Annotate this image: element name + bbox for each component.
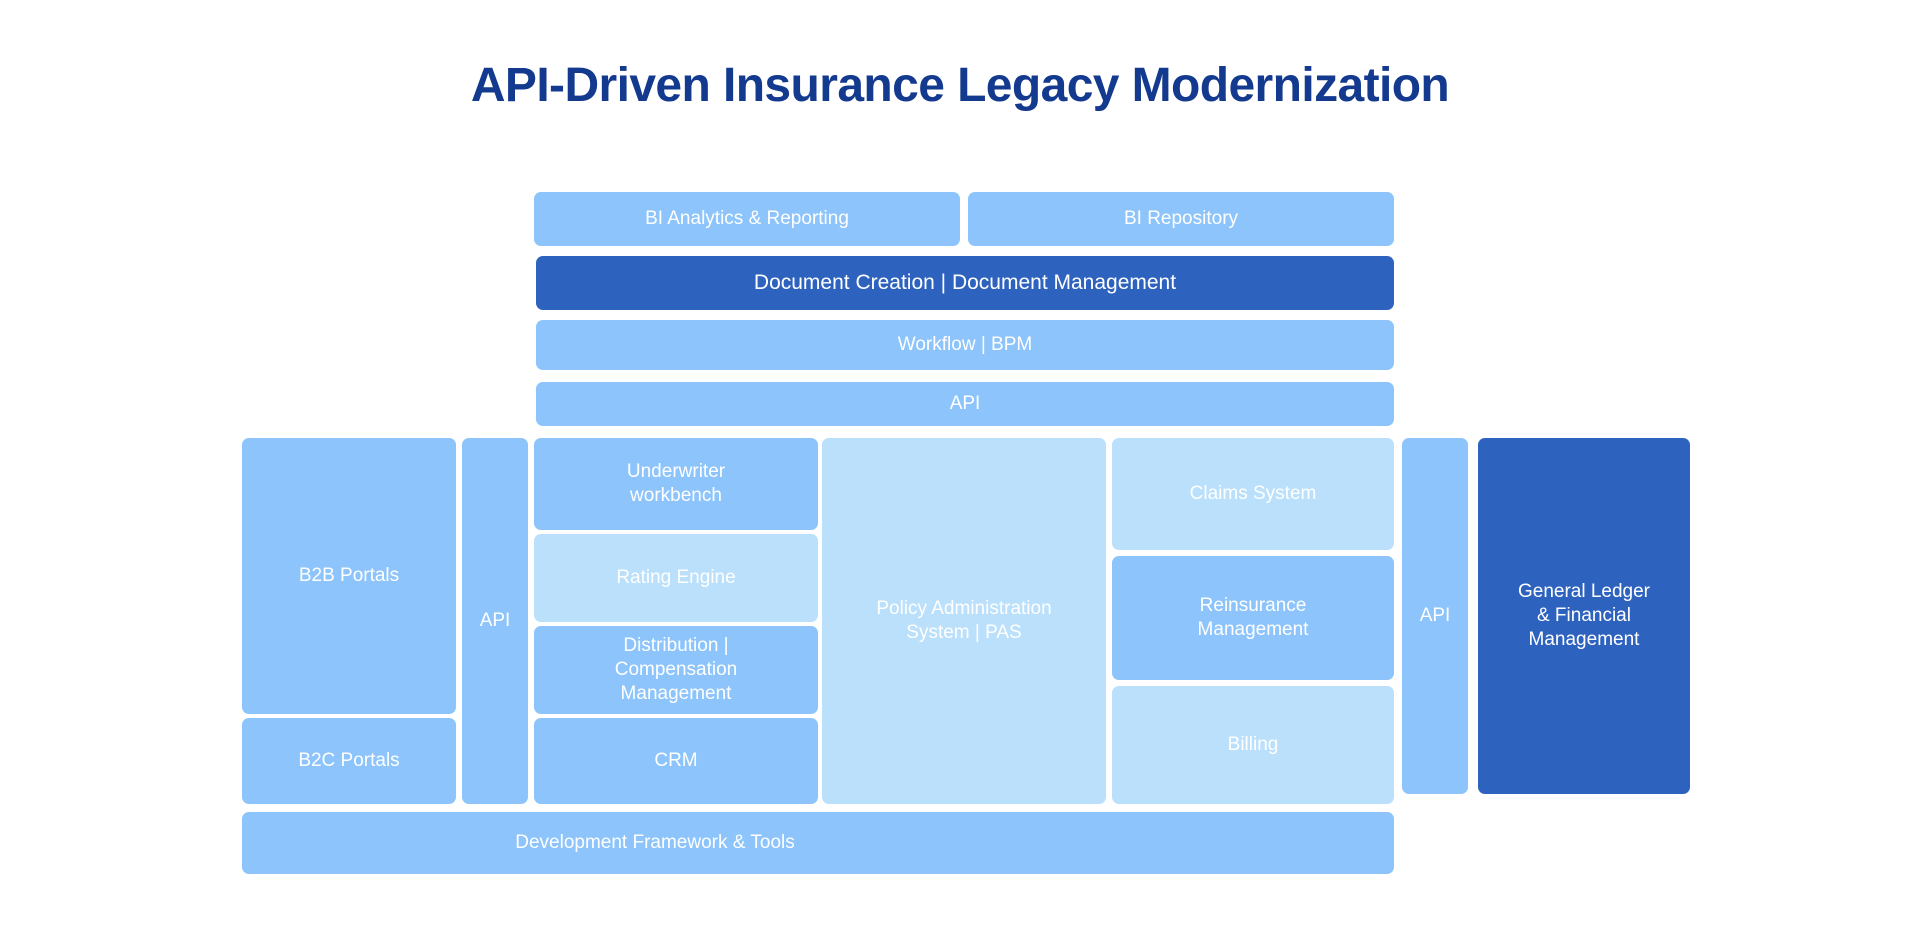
node-label: BI Analytics & Reporting xyxy=(645,208,849,230)
node-label: API xyxy=(479,610,511,632)
node-underwriter-workbench[interactable]: Underwriter workbench xyxy=(534,438,818,530)
node-b2c-portals[interactable]: B2C Portals xyxy=(242,718,456,804)
node-crm[interactable]: CRM xyxy=(534,718,818,804)
node-document-creation-management[interactable]: Document Creation | Document Management xyxy=(536,256,1394,310)
node-bi-analytics-reporting[interactable]: BI Analytics & Reporting xyxy=(534,192,960,246)
node-label: Billing xyxy=(1227,734,1279,756)
node-label: API xyxy=(949,393,981,415)
node-label: BI Repository xyxy=(1123,208,1239,230)
node-label: Claims System xyxy=(1189,483,1317,505)
node-b2b-portals[interactable]: B2B Portals xyxy=(242,438,456,714)
node-right-api-strip[interactable]: API xyxy=(1402,438,1468,794)
node-label: API xyxy=(1419,605,1451,627)
node-label: Document Creation | Document Management xyxy=(753,270,1177,294)
page-title: API-Driven Insurance Legacy Modernizatio… xyxy=(470,59,1450,112)
node-billing[interactable]: Billing xyxy=(1112,686,1394,804)
node-distribution-compensation-management[interactable]: Distribution | Compensation Management xyxy=(534,626,818,714)
node-bi-repository[interactable]: BI Repository xyxy=(968,192,1394,246)
node-left-api-strip[interactable]: API xyxy=(462,438,528,804)
node-reinsurance-management[interactable]: Reinsurance Management xyxy=(1112,556,1394,680)
node-label: Rating Engine xyxy=(616,567,736,589)
node-label: CRM xyxy=(654,750,698,772)
node-label: B2B Portals xyxy=(298,565,400,587)
node-label: Development Framework & Tools xyxy=(515,832,795,854)
node-general-ledger-financial-management[interactable]: General Ledger & Financial Management xyxy=(1478,438,1690,794)
node-workflow-bpm[interactable]: Workflow | BPM xyxy=(536,320,1394,370)
node-label: B2C Portals xyxy=(298,750,400,772)
node-claims-system[interactable]: Claims System xyxy=(1112,438,1394,550)
node-policy-administration-system[interactable]: Policy Administration System | PAS xyxy=(822,438,1106,804)
node-label: Workflow | BPM xyxy=(897,334,1033,356)
node-development-framework-tools[interactable]: Development Framework & Tools xyxy=(242,812,1394,874)
diagram-canvas: API-Driven Insurance Legacy Modernizatio… xyxy=(0,0,1920,937)
node-label: Distribution | Compensation Management xyxy=(614,635,738,704)
node-label: General Ledger & Financial Management xyxy=(1517,581,1651,650)
node-api-band[interactable]: API xyxy=(536,382,1394,426)
node-label: Reinsurance Management xyxy=(1197,595,1309,640)
node-label: Underwriter workbench xyxy=(626,461,726,506)
node-label: Policy Administration System | PAS xyxy=(876,598,1052,643)
node-rating-engine[interactable]: Rating Engine xyxy=(534,534,818,622)
